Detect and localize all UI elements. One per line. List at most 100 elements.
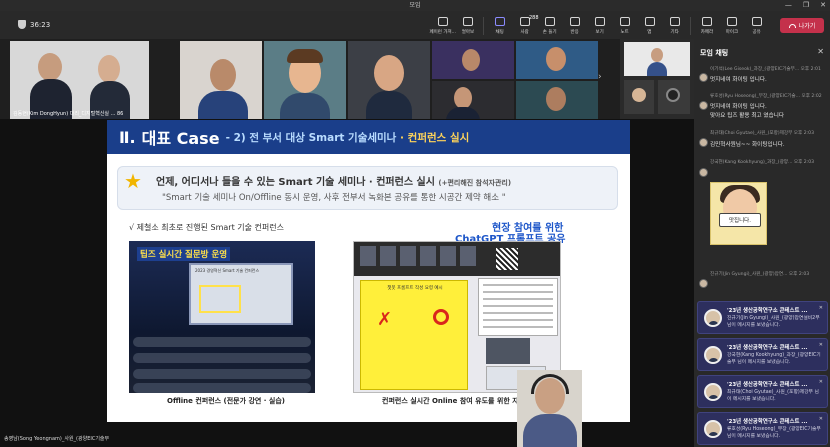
tips-label: 팁즈 실시간 질문방 운영	[137, 247, 231, 261]
timer-text: 36:23	[30, 20, 51, 29]
close-icon[interactable]: ✕	[819, 416, 823, 422]
participant-video	[210, 59, 236, 91]
camera-icon	[701, 17, 712, 26]
notes-icon	[619, 17, 630, 26]
leave-button[interactable]: 나가기	[780, 18, 824, 33]
tool-view[interactable]: 보기	[587, 14, 612, 38]
message-text: 김민혁사원님~~ 화이팅입니다.	[710, 142, 785, 148]
tool-whiteboard[interactable]: 얼아보	[455, 14, 480, 38]
video-tile[interactable]	[516, 41, 598, 79]
message-text: 멋지네여 화이팅 입니다.	[710, 77, 767, 83]
conference-photo: 2023 경영혁신 Smart 기술 컨퍼런스 팁즈 실시간 질문방 운영	[129, 241, 315, 393]
meeting-timer: 36:23	[18, 20, 50, 29]
minimize-button[interactable]: —	[785, 0, 792, 11]
participant-video	[651, 48, 663, 62]
audience-row	[133, 353, 311, 363]
chat-notification[interactable]: '23년 생산공학연구소 콘테스트 ... 류호성(Ryu Hoseong)_부…	[697, 412, 828, 445]
self-view-panel	[620, 39, 694, 119]
slide-subtitle: - 2) 전 부서 대상 Smart 기술세미나 · 컨퍼런스 실시	[225, 131, 470, 144]
presenter-name: 송영남(Song Yeongnam)_사원_(광양EIC기술부	[4, 436, 110, 442]
chat-notification[interactable]: '23년 생산공학연구소 콘테스트 ... 강국현(Kang Kookhyung…	[697, 338, 828, 371]
close-icon[interactable]: ✕	[819, 305, 823, 311]
star-icon: ★	[124, 169, 142, 193]
tool-more[interactable]: 기타	[662, 14, 687, 38]
participant-avatar	[374, 55, 404, 91]
tool-notes[interactable]: 노트	[612, 14, 637, 38]
online-meeting-strip	[354, 242, 560, 276]
video-tile[interactable]	[180, 41, 262, 119]
tool-people[interactable]: 288 사람	[512, 14, 539, 38]
message-meta: 최규태(Choi Gyutae)_사원_(포항)제강부 오후 2:03	[710, 131, 815, 136]
avatar	[699, 73, 708, 82]
participant-video	[38, 53, 62, 81]
audience-row	[133, 369, 311, 379]
close-window-button[interactable]: ✕	[820, 0, 826, 11]
video-tile[interactable]	[432, 41, 514, 79]
message-meta: 진규기(Jin Gyungi)_사원_(광양)압연... 오후 2:03	[710, 272, 810, 277]
slide-header: Ⅱ. 대표 Case - 2) 전 부서 대상 Smart 기술세미나 · 컨퍼…	[107, 120, 630, 154]
avatar	[699, 101, 708, 110]
message-meta: 이기석(Lee Giseok)_과장_(광양EIC기술부... 오후 2:01	[710, 67, 821, 72]
presenter-video[interactable]	[517, 370, 582, 447]
tool-chat[interactable]: 채팅	[487, 14, 512, 38]
video-tile[interactable]	[264, 41, 346, 119]
tool-apps[interactable]: 앱	[637, 14, 662, 38]
participant-video	[446, 107, 480, 119]
highlight-box	[199, 285, 241, 313]
prompt-card: 챗봇 프롬프트 작성 요령 예시 ✗	[360, 280, 468, 390]
meeting-toolbar: 36:23 페이런 가져... 얼아보 채팅 288 사람 손 들기 반응 보기 …	[0, 11, 830, 39]
avatar	[699, 168, 708, 177]
participant-avatar	[546, 87, 566, 111]
share-icon	[751, 17, 762, 26]
caption-offline: Offline 컨퍼런스 (전문가 강연 · 실습)	[167, 397, 285, 405]
avatar	[704, 383, 722, 401]
participant-avatar	[280, 93, 330, 119]
apps-icon	[644, 17, 655, 26]
participant-video	[454, 87, 472, 109]
message-text: 맞아요 팁즈 활용 최고 였습니다	[710, 113, 785, 119]
tool-share[interactable]: 공유	[744, 14, 769, 38]
maximize-button[interactable]: ❐	[803, 0, 809, 11]
window-title: 모임	[409, 2, 421, 9]
video-tile[interactable]	[658, 80, 690, 114]
video-tile[interactable]	[348, 41, 430, 119]
video-tile[interactable]	[624, 42, 690, 76]
video-tile[interactable]	[432, 81, 514, 119]
video-tile[interactable]	[516, 81, 598, 119]
chat-icon	[494, 17, 505, 26]
window-titlebar: 모임 — ❐ ✕	[0, 0, 830, 11]
phone-icon	[788, 23, 796, 28]
tool-raise-hand[interactable]: 손 들기	[537, 14, 562, 38]
slide-section-number: Ⅱ.	[119, 127, 136, 147]
shared-document	[478, 278, 558, 336]
video-tile[interactable]	[624, 80, 654, 114]
close-icon[interactable]: ✕	[819, 379, 823, 385]
raise-hand-icon	[544, 17, 555, 26]
more-icon	[669, 17, 680, 26]
chat-notification[interactable]: '23년 생산공학연구소 콘테스트 ... 진규기(Jin Gyungi)_사원…	[697, 301, 828, 334]
tool-camera[interactable]: 카메라	[694, 14, 719, 38]
video-tile[interactable]: 김동현(Kim DongHyun) 대리_디지털혁신실 ... 86	[10, 41, 149, 119]
banner-quote: "Smart 기술 세미나 On/Offline 동시 운영, 사후 전부서 녹…	[162, 193, 506, 203]
avatar	[704, 420, 722, 438]
sticker-image: 맛집니다.	[710, 182, 767, 245]
presenter-headset	[531, 374, 569, 394]
participant-count: 288	[528, 15, 539, 21]
toolbar-divider	[483, 17, 484, 35]
close-icon[interactable]: ✕	[819, 342, 823, 348]
participant-avatar	[287, 49, 323, 63]
slide-banner: ★ 언제, 어디서나 들을 수 있는 Smart 기술 세미나 · 컨퍼런스 실…	[117, 166, 618, 210]
hand-icon	[462, 17, 473, 26]
close-icon[interactable]: ✕	[817, 47, 824, 56]
toolbar-tools: 페이런 가져... 얼아보 채팅 288 사람 손 들기 반응 보기 노트 앱 기…	[429, 14, 769, 38]
tool-mic[interactable]: 마이크	[719, 14, 744, 38]
window-icon	[437, 17, 448, 26]
tool-react[interactable]: 반응	[562, 14, 587, 38]
audience-row	[133, 337, 311, 347]
chevron-right-icon[interactable]: ›	[598, 72, 602, 82]
tool-present[interactable]: 페이런 가져...	[429, 14, 456, 38]
participant-video	[98, 55, 120, 83]
chat-notification[interactable]: '23년 생산공학연구소 콘테스트 ... 최규태(Choi Gyutae)_사…	[697, 375, 828, 408]
chat-title: 모임 채팅	[700, 49, 729, 57]
participant-video	[198, 91, 248, 119]
